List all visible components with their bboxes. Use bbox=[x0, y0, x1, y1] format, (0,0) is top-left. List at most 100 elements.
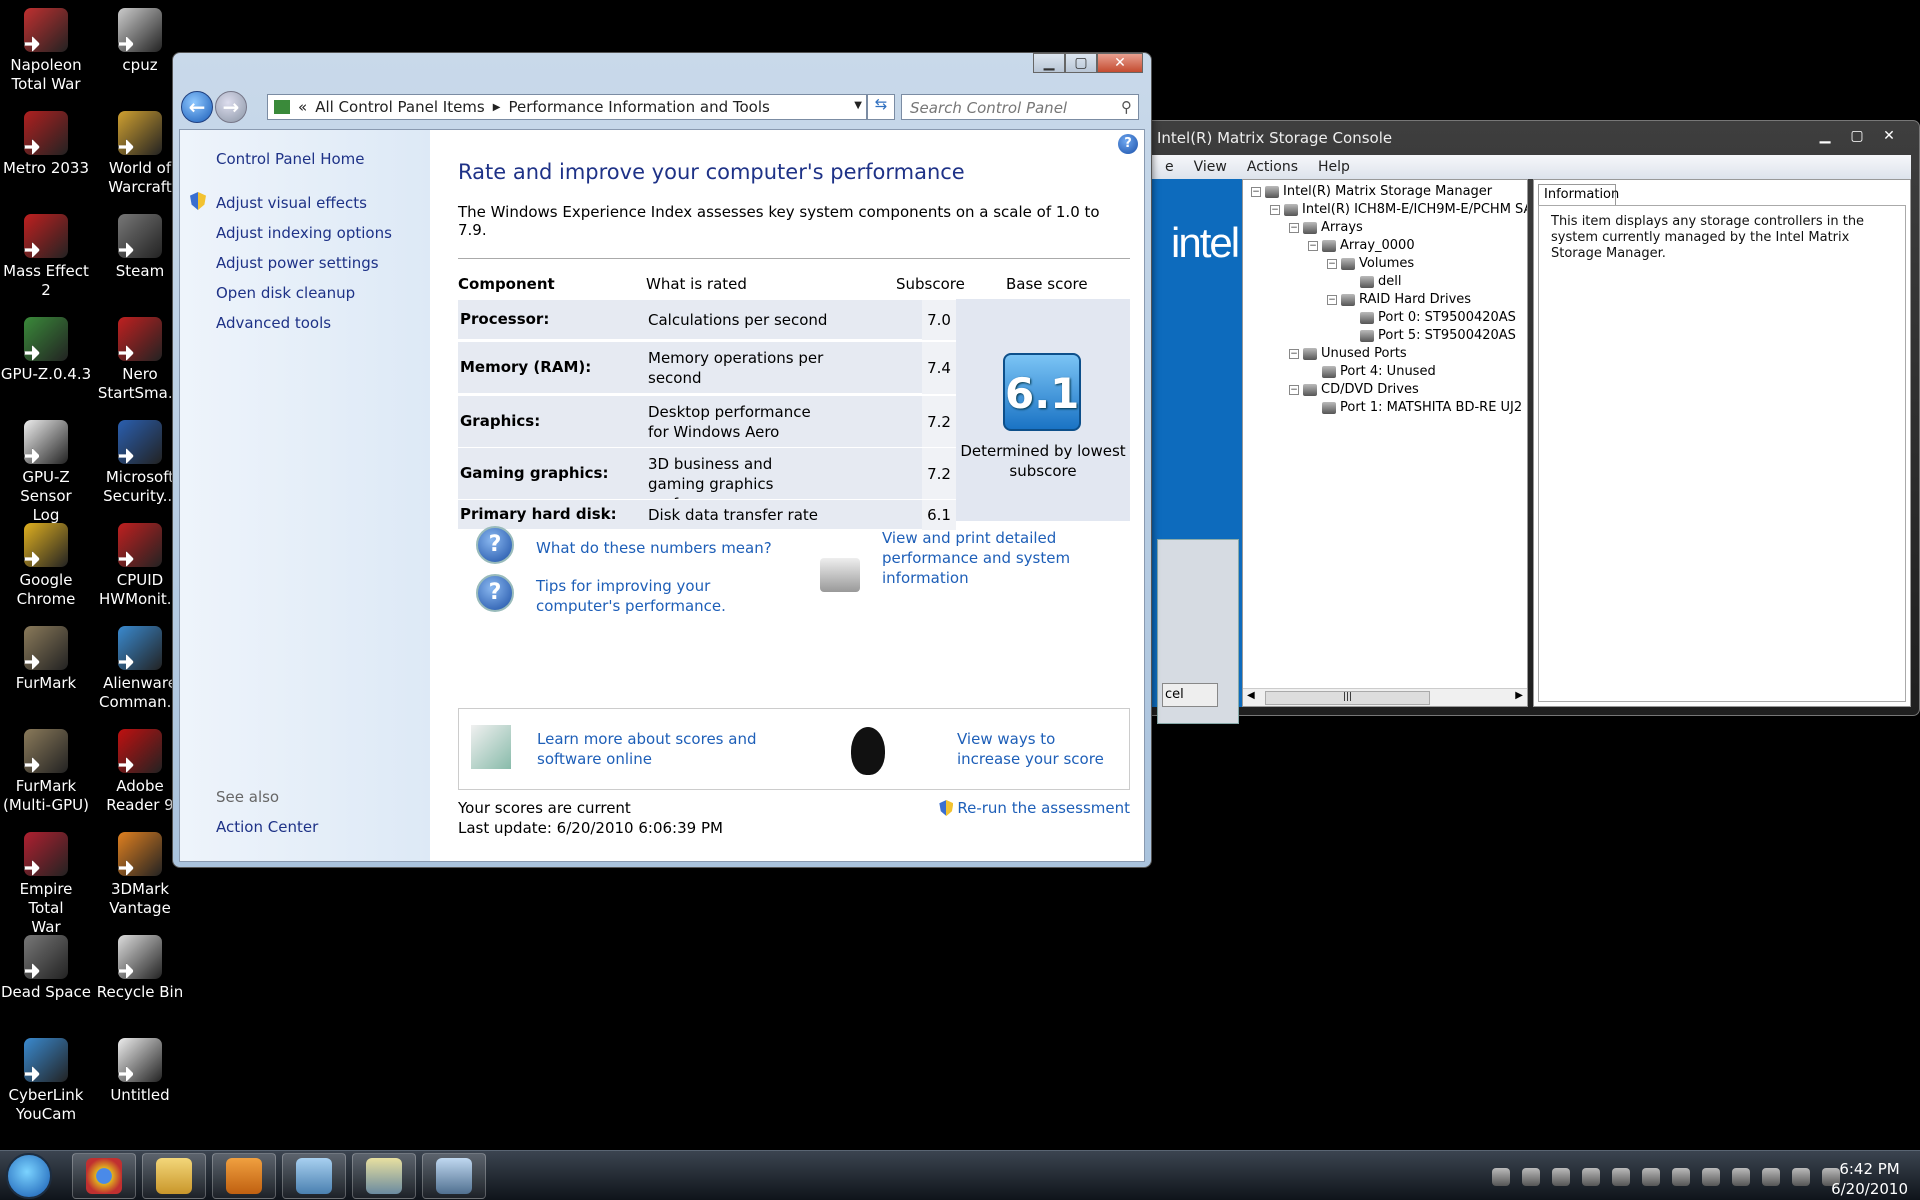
tree-node[interactable]: Port 1: MATSHITA BD-RE UJ2 bbox=[1308, 400, 1522, 415]
refresh-button[interactable]: ⇆ bbox=[867, 94, 895, 120]
tab-information[interactable]: Information bbox=[1538, 184, 1619, 206]
taskbar-intel-storage[interactable] bbox=[422, 1153, 486, 1199]
sidebar-advanced-tools[interactable]: Advanced tools bbox=[216, 314, 331, 332]
system-clock[interactable]: 6:42 PM 6/20/2010 bbox=[1831, 1159, 1908, 1199]
close-button[interactable]: ✕ bbox=[1873, 125, 1905, 147]
desktop-icon-furmark-multi-gpu-[interactable]: FurMark (Multi-GPU) bbox=[0, 723, 92, 815]
rerun-label[interactable]: Re-run the assessment bbox=[957, 798, 1130, 818]
tree-collapse-icon[interactable]: − bbox=[1289, 222, 1299, 233]
taskbar-explorer[interactable] bbox=[142, 1153, 206, 1199]
tree-node[interactable]: − CD/DVD Drives bbox=[1289, 382, 1419, 397]
tree-node[interactable]: − Array_0000 bbox=[1308, 238, 1415, 253]
breadcrumb-current[interactable]: Performance Information and Tools bbox=[508, 98, 769, 116]
menu-view[interactable]: View bbox=[1194, 159, 1227, 175]
back-button[interactable]: ← bbox=[181, 91, 213, 123]
desktop-icon-empire-total-war[interactable]: Empire Total War bbox=[0, 826, 92, 937]
horizontal-scrollbar[interactable]: ◀ ||| ▶ bbox=[1243, 688, 1527, 706]
start-button[interactable] bbox=[6, 1153, 52, 1199]
sidebar-control-panel-home[interactable]: Control Panel Home bbox=[216, 150, 365, 168]
close-button[interactable]: ✕ bbox=[1097, 53, 1143, 73]
desktop-icon-cyberlink-youcam[interactable]: CyberLink YouCam bbox=[0, 1032, 92, 1124]
link-view-ways-increase[interactable]: View ways to increase your score bbox=[957, 729, 1117, 769]
link-view-print-details[interactable]: View and print detailed performance and … bbox=[882, 528, 1130, 588]
tray-network-icon[interactable] bbox=[1492, 1168, 1510, 1186]
tree-node[interactable]: − Intel(R) Matrix Storage Manager bbox=[1251, 184, 1492, 199]
tray-signal-icon[interactable] bbox=[1792, 1168, 1810, 1186]
overflow-chevron-icon[interactable]: « bbox=[298, 98, 307, 116]
desktop-icon-metro-2033[interactable]: Metro 2033 bbox=[0, 105, 92, 178]
tree-node[interactable]: − RAID Hard Drives bbox=[1327, 292, 1471, 307]
tree-collapse-icon[interactable]: − bbox=[1327, 258, 1337, 269]
desktop-icon-recycle-bin[interactable]: Recycle Bin bbox=[94, 929, 186, 1002]
desktop-icon-gpu-z-0-4-3[interactable]: GPU-Z.0.4.3 bbox=[0, 311, 92, 384]
tray-status-4-icon[interactable] bbox=[1702, 1168, 1720, 1186]
see-also-heading: See also bbox=[216, 788, 280, 806]
address-bar[interactable]: « All Control Panel Items ▶ Performance … bbox=[267, 94, 867, 120]
desktop-icon-google-chrome[interactable]: Google Chrome bbox=[0, 517, 92, 609]
sidebar-adjust-power-settings[interactable]: Adjust power settings bbox=[216, 254, 379, 272]
tree-node[interactable]: − Arrays bbox=[1289, 220, 1363, 235]
tray-status-3-icon[interactable] bbox=[1672, 1168, 1690, 1186]
taskbar-media-player[interactable] bbox=[212, 1153, 276, 1199]
tray-security-icon[interactable] bbox=[1582, 1168, 1600, 1186]
subscore-value: 7.2 bbox=[922, 448, 956, 500]
desktop-icon-untitled[interactable]: Untitled bbox=[94, 1032, 186, 1105]
minimize-button[interactable]: ▁ bbox=[1033, 53, 1065, 73]
cancel-button[interactable]: cel bbox=[1162, 683, 1218, 707]
maximize-button[interactable]: ▢ bbox=[1065, 53, 1097, 73]
sidebar-adjust-visual-effects[interactable]: Adjust visual effects bbox=[216, 194, 367, 212]
sidebar-adjust-indexing-options[interactable]: Adjust indexing options bbox=[216, 224, 392, 242]
search-icon[interactable]: ⚲ bbox=[1121, 98, 1132, 116]
desktop-icon-gpu-z-sensor-log[interactable]: GPU-Z Sensor Log bbox=[0, 414, 92, 525]
menu-help[interactable]: Help bbox=[1318, 159, 1350, 175]
scroll-right-icon[interactable]: ▶ bbox=[1515, 690, 1523, 701]
sidebar-action-center[interactable]: Action Center bbox=[216, 818, 318, 836]
link-learn-more-scores[interactable]: Learn more about scores and software onl… bbox=[537, 729, 777, 769]
desktop-icon-napoleon-total-war[interactable]: Napoleon Total War bbox=[0, 2, 92, 94]
address-dropdown-icon[interactable]: ▼ bbox=[854, 100, 862, 111]
tree-collapse-icon[interactable]: − bbox=[1270, 204, 1280, 215]
control-panel-window[interactable]: ▁ ▢ ✕ ← → « All Control Panel Items ▶ Pe… bbox=[172, 52, 1152, 868]
desktop-icon-mass-effect-2[interactable]: Mass Effect 2 bbox=[0, 208, 92, 300]
tray-flag-icon[interactable] bbox=[1732, 1168, 1750, 1186]
taskbar-control-panel[interactable] bbox=[282, 1153, 346, 1199]
taskbar-chrome[interactable] bbox=[72, 1153, 136, 1199]
tray-bluetooth-icon[interactable] bbox=[1522, 1168, 1540, 1186]
tray-bluetooth-2-icon[interactable] bbox=[1552, 1168, 1570, 1186]
scrollbar-thumb[interactable]: ||| bbox=[1265, 691, 1430, 705]
tree-node[interactable]: − Volumes bbox=[1327, 256, 1414, 271]
tree-node[interactable]: dell bbox=[1346, 274, 1401, 289]
search-input[interactable]: Search Control Panel ⚲ bbox=[901, 94, 1139, 120]
breadcrumb-root[interactable]: All Control Panel Items bbox=[315, 98, 485, 116]
breadcrumb-separator-icon[interactable]: ▶ bbox=[493, 102, 501, 113]
tree-collapse-icon[interactable]: − bbox=[1251, 186, 1261, 197]
tree-node[interactable]: Port 4: Unused bbox=[1308, 364, 1436, 379]
forward-button[interactable]: → bbox=[215, 91, 247, 123]
tray-battery-icon[interactable] bbox=[1762, 1168, 1780, 1186]
tray-status-1-icon[interactable] bbox=[1612, 1168, 1630, 1186]
minimize-button[interactable]: ▁ bbox=[1809, 125, 1841, 147]
link-tips-improving[interactable]: Tips for improving your computer's perfo… bbox=[536, 576, 796, 616]
taskbar-control-panel-2[interactable] bbox=[352, 1153, 416, 1199]
tree-collapse-icon[interactable]: − bbox=[1289, 384, 1299, 395]
tree-collapse-icon[interactable]: − bbox=[1289, 348, 1299, 359]
menu-actions[interactable]: Actions bbox=[1247, 159, 1298, 175]
tree-collapse-icon[interactable]: − bbox=[1327, 294, 1337, 305]
storage-tree[interactable]: − Intel(R) Matrix Storage Manager − Intel(R… bbox=[1242, 179, 1528, 707]
scroll-left-icon[interactable]: ◀ bbox=[1247, 690, 1255, 701]
tree-node[interactable]: − Intel(R) ICH8M-E/ICH9M-E/PCHM SA bbox=[1270, 202, 1527, 217]
tree-node[interactable]: Port 5: ST9500420AS bbox=[1346, 328, 1516, 343]
tree-node[interactable]: Port 0: ST9500420AS bbox=[1346, 310, 1516, 325]
desktop-icon-dead-space[interactable]: Dead Space bbox=[0, 929, 92, 1002]
sidebar: Control Panel Home Adjust visual effects… bbox=[180, 130, 430, 861]
tray-status-2-icon[interactable] bbox=[1642, 1168, 1660, 1186]
maximize-button[interactable]: ▢ bbox=[1841, 125, 1873, 147]
menu-edit[interactable]: e bbox=[1165, 159, 1174, 175]
desktop-icon-furmark[interactable]: FurMark bbox=[0, 620, 92, 693]
intel-storage-console-window[interactable]: Intel(R) Matrix Storage Console ▁ ▢ ✕ e … bbox=[1140, 120, 1920, 724]
tree-node[interactable]: − Unused Ports bbox=[1289, 346, 1407, 361]
tree-collapse-icon[interactable]: − bbox=[1308, 240, 1318, 251]
rerun-assessment-link[interactable]: Re-run the assessment bbox=[939, 798, 1130, 818]
sidebar-open-disk-cleanup[interactable]: Open disk cleanup bbox=[216, 284, 355, 302]
link-what-numbers-mean[interactable]: What do these numbers mean? bbox=[536, 538, 772, 558]
